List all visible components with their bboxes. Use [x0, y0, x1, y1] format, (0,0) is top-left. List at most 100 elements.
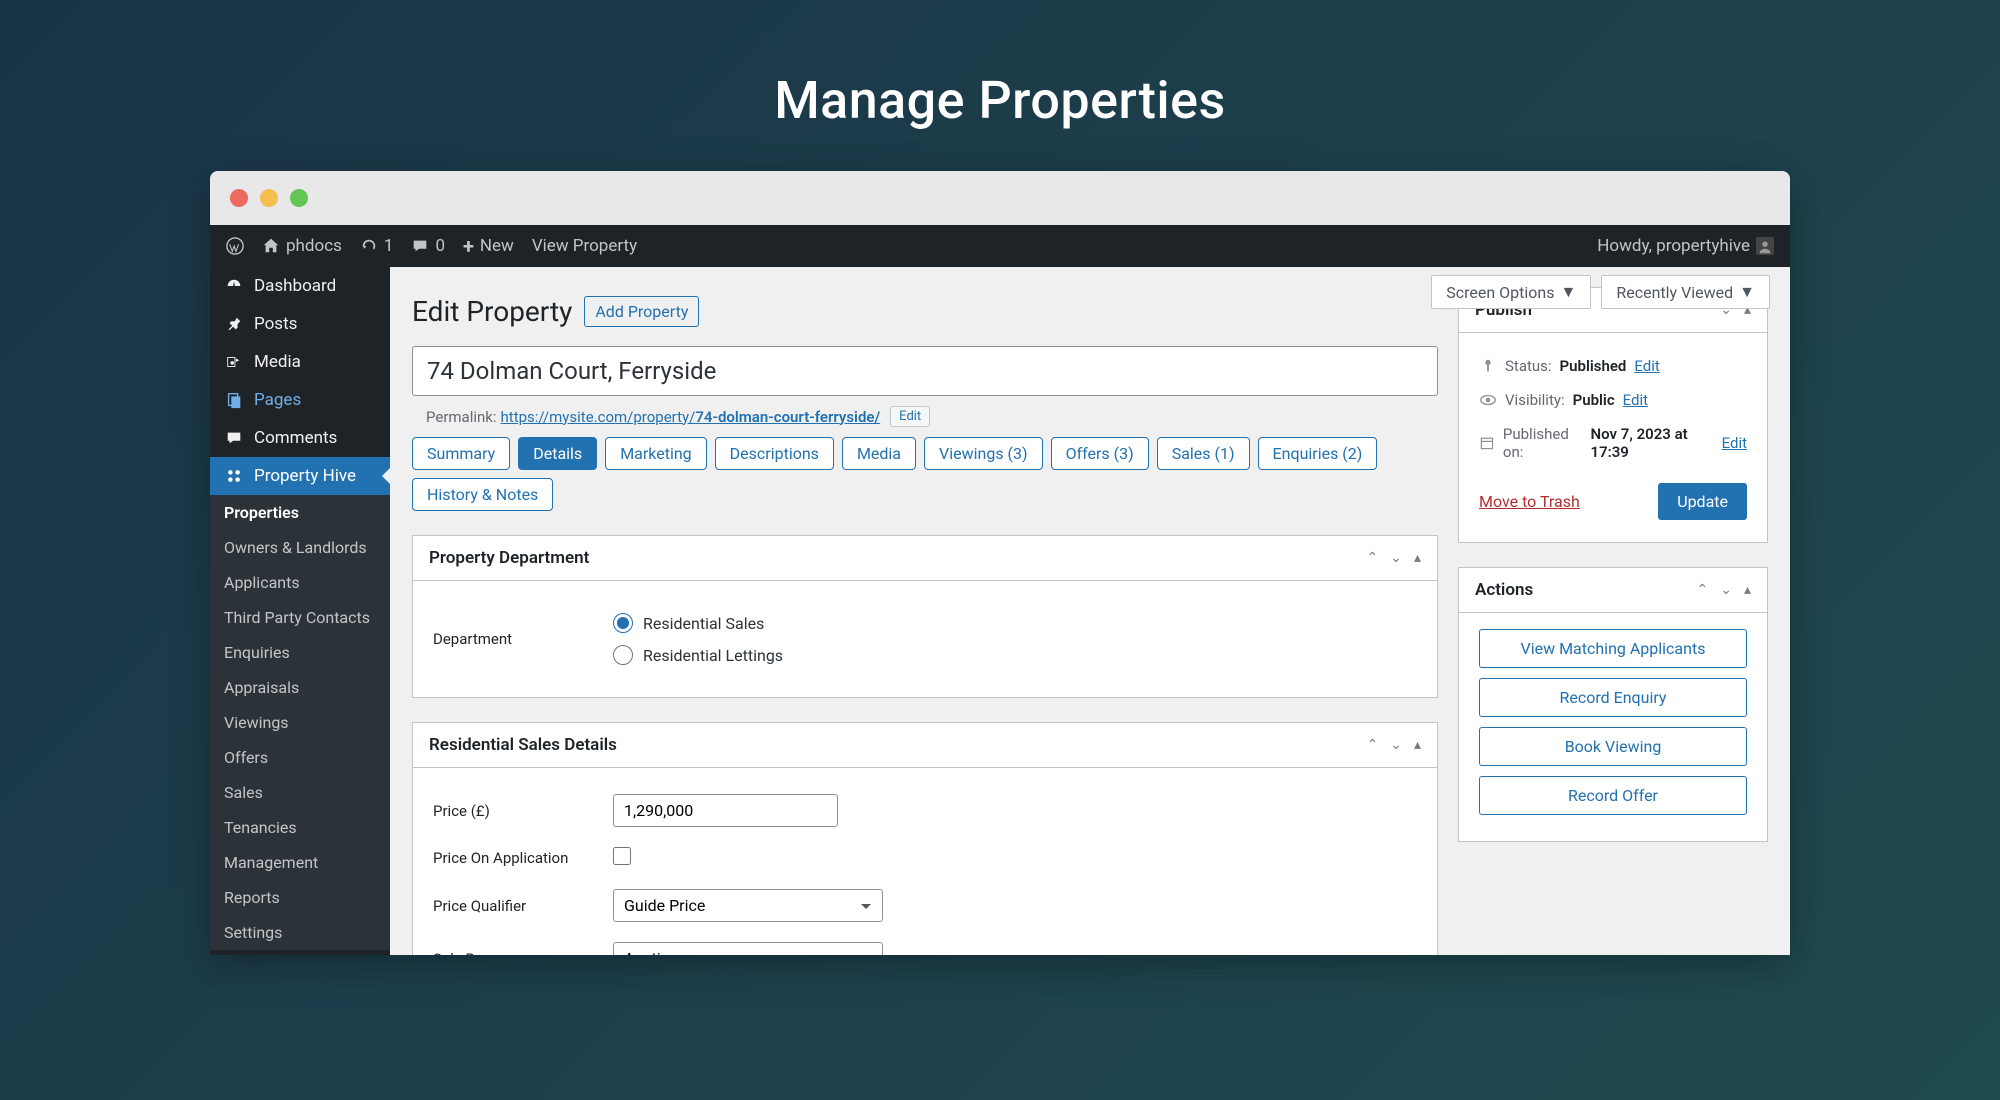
property-tabs: SummaryDetailsMarketing DescriptionsMedia…	[412, 437, 1438, 511]
move-up-icon[interactable]: ▴	[1744, 582, 1751, 598]
poa-label: Price On Application	[433, 849, 593, 867]
tab-history-notes[interactable]: History & Notes	[412, 478, 553, 511]
sidebar-sub-appraisals[interactable]: Appraisals	[210, 670, 390, 705]
tab-sales-[interactable]: Sales (1)	[1157, 437, 1250, 470]
admin-bar: phdocs 1 0 +New View Property Howdy, pro…	[210, 225, 1790, 267]
tab-summary[interactable]: Summary	[412, 437, 510, 470]
howdy-user[interactable]: Howdy, propertyhive	[1597, 236, 1774, 256]
tab-details[interactable]: Details	[518, 437, 597, 470]
visibility-edit-link[interactable]: Edit	[1623, 391, 1648, 409]
sidebar-sub-applicants[interactable]: Applicants	[210, 565, 390, 600]
add-property-button[interactable]: Add Property	[584, 296, 699, 327]
sidebar-item-property-hive[interactable]: Property Hive	[210, 457, 390, 495]
sidebar-sub-viewings[interactable]: Viewings	[210, 705, 390, 740]
action-book-viewing-button[interactable]: Book Viewing	[1479, 727, 1747, 766]
window-close-icon[interactable]	[230, 189, 248, 207]
published-label: Published on:	[1503, 425, 1583, 461]
department-radio-0[interactable]	[613, 613, 633, 633]
window-maximize-icon[interactable]	[290, 189, 308, 207]
recently-viewed-label: Recently Viewed	[1616, 283, 1733, 302]
price-label: Price (£)	[433, 802, 593, 820]
sidebar-item-pages[interactable]: Pages	[210, 381, 390, 419]
new-label: New	[480, 236, 514, 256]
published-edit-link[interactable]: Edit	[1722, 434, 1747, 452]
update-button[interactable]: Update	[1658, 483, 1747, 520]
screen-options-label: Screen Options	[1446, 283, 1554, 302]
tab-offers-[interactable]: Offers (3)	[1051, 437, 1149, 470]
chevron-down-icon[interactable]: ⌄	[1720, 582, 1732, 598]
tab-marketing[interactable]: Marketing	[605, 437, 706, 470]
wp-logo-icon[interactable]	[226, 237, 244, 255]
sidebar-item-dashboard[interactable]: Dashboard	[210, 267, 390, 305]
permalink-link[interactable]: https://mysite.com/property/74-dolman-co…	[501, 408, 881, 426]
sidebar-sub-reports[interactable]: Reports	[210, 880, 390, 915]
screen-options-button[interactable]: Screen Options ▼	[1431, 275, 1591, 309]
chevron-down-icon[interactable]: ⌄	[1390, 737, 1402, 753]
move-up-icon[interactable]: ▴	[1414, 550, 1421, 566]
sidebar-item-media[interactable]: Media	[210, 343, 390, 381]
media-icon	[224, 352, 244, 372]
sidebar-item-label: Posts	[254, 314, 297, 334]
action-record-enquiry-button[interactable]: Record Enquiry	[1479, 678, 1747, 717]
tab-enquiries-[interactable]: Enquiries (2)	[1258, 437, 1378, 470]
chevron-up-icon[interactable]: ⌃	[1367, 737, 1379, 753]
pin-icon	[224, 314, 244, 334]
comments-link[interactable]: 0	[411, 236, 445, 256]
status-label: Status:	[1505, 357, 1552, 375]
sidebar-sub-tenancies[interactable]: Tenancies	[210, 810, 390, 845]
sidebar-sub-management[interactable]: Management	[210, 845, 390, 880]
chevron-up-icon[interactable]: ⌃	[1697, 582, 1709, 598]
sidebar-sub-properties[interactable]: Properties	[210, 495, 390, 530]
saleby-select[interactable]: Auction	[613, 942, 883, 955]
new-link[interactable]: +New	[463, 234, 514, 258]
view-property-link[interactable]: View Property	[532, 236, 637, 256]
permalink-base: https://mysite.com/property/	[501, 408, 696, 426]
tab-media[interactable]: Media	[842, 437, 916, 470]
site-name-link[interactable]: phdocs	[262, 236, 342, 256]
department-label: Department	[433, 630, 593, 648]
sidebar-sub-enquiries[interactable]: Enquiries	[210, 635, 390, 670]
browser-window: phdocs 1 0 +New View Property Howdy, pro…	[210, 171, 1790, 955]
updates-count: 1	[384, 236, 394, 256]
sidebar-sub-settings[interactable]: Settings	[210, 915, 390, 950]
qualifier-select[interactable]: Guide Price	[613, 889, 883, 922]
permalink-edit-button[interactable]: Edit	[890, 406, 930, 427]
chevron-down-icon: ▼	[1739, 282, 1755, 302]
page-title: Edit Property	[412, 295, 572, 328]
sidebar-sub-owners-landlords[interactable]: Owners & Landlords	[210, 530, 390, 565]
poa-checkbox[interactable]	[613, 847, 631, 865]
department-radio-1[interactable]	[613, 645, 633, 665]
permalink-label: Permalink:	[426, 408, 497, 426]
tab-viewings-[interactable]: Viewings (3)	[924, 437, 1043, 470]
sidebar-sub-offers[interactable]: Offers	[210, 740, 390, 775]
recently-viewed-button[interactable]: Recently Viewed ▼	[1601, 275, 1770, 309]
chevron-down-icon[interactable]: ⌄	[1390, 550, 1402, 566]
site-name-label: phdocs	[286, 236, 342, 256]
sidebar-sub-sales[interactable]: Sales	[210, 775, 390, 810]
comment-icon	[224, 428, 244, 448]
move-to-trash-link[interactable]: Move to Trash	[1479, 492, 1580, 511]
sidebar-item-comments[interactable]: Comments	[210, 419, 390, 457]
visibility-label: Visibility:	[1505, 391, 1565, 409]
sidebar-item-posts[interactable]: Posts	[210, 305, 390, 343]
move-up-icon[interactable]: ▴	[1414, 737, 1421, 753]
updates-link[interactable]: 1	[360, 236, 394, 256]
chevron-up-icon[interactable]: ⌃	[1367, 550, 1379, 566]
action-record-offer-button[interactable]: Record Offer	[1479, 776, 1747, 815]
status-edit-link[interactable]: Edit	[1634, 357, 1659, 375]
comments-count: 0	[435, 236, 445, 256]
visibility-icon	[1479, 391, 1497, 409]
property-title-input[interactable]	[412, 346, 1438, 396]
price-input[interactable]	[613, 794, 838, 827]
action-view-matching-applicants-button[interactable]: View Matching Applicants	[1479, 629, 1747, 668]
hero-title: Manage Properties	[0, 70, 2000, 131]
sidebar-sub-third-party-contacts[interactable]: Third Party Contacts	[210, 600, 390, 635]
sidebar-item-label: Dashboard	[254, 276, 336, 296]
window-minimize-icon[interactable]	[260, 189, 278, 207]
propertyhive-icon	[224, 466, 244, 486]
permalink-row: Permalink: https://mysite.com/property/7…	[412, 396, 1438, 437]
sidebar-item-label: Media	[254, 352, 301, 372]
chevron-down-icon: ▼	[1561, 282, 1577, 302]
calendar-icon	[1479, 434, 1495, 452]
tab-descriptions[interactable]: Descriptions	[715, 437, 834, 470]
